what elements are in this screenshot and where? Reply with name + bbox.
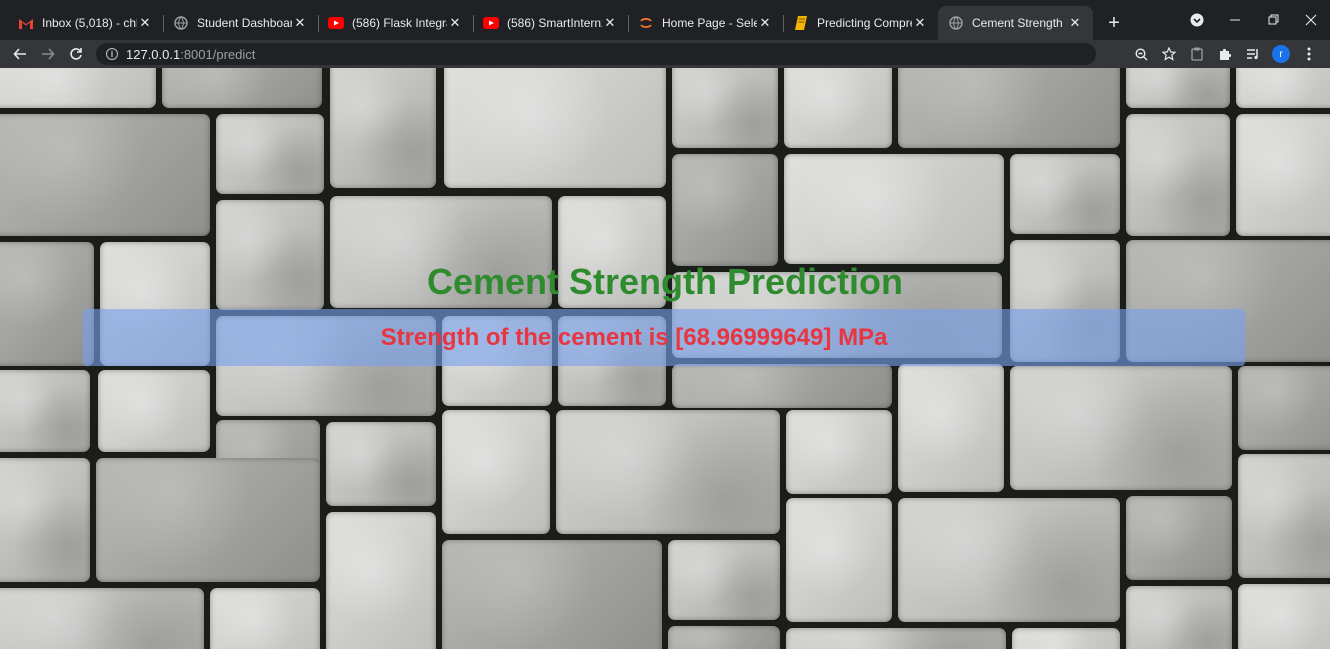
forward-arrow-icon <box>42 48 55 60</box>
youtube-icon <box>328 15 344 31</box>
browser-toolbar: i 127.0.0.1:8001/predict r <box>0 40 1330 68</box>
minimize-button[interactable] <box>1216 0 1254 40</box>
close-tab-icon[interactable]: ✕ <box>447 15 463 31</box>
jupyter-icon <box>638 15 654 31</box>
globe-icon <box>948 15 964 31</box>
chevron-down-icon <box>1190 13 1204 27</box>
tab-title: Student Dashboard <box>197 16 292 30</box>
reading-list-button[interactable] <box>1242 43 1264 65</box>
minimize-icon <box>1230 19 1240 21</box>
tab-title: Cement Strength Pred <box>972 16 1067 30</box>
profile-button[interactable]: r <box>1270 43 1292 65</box>
search-tabs-button[interactable] <box>1178 0 1216 40</box>
globe-icon <box>173 15 189 31</box>
restore-button[interactable] <box>1254 0 1292 40</box>
reload-icon <box>70 48 82 60</box>
gmail-icon <box>18 15 34 31</box>
zoom-button[interactable] <box>1130 43 1152 65</box>
tab-title: (586) Flask Integration <box>352 16 447 30</box>
queue-music-icon <box>1247 49 1258 60</box>
close-tab-icon[interactable]: ✕ <box>137 15 153 31</box>
close-icon <box>1305 14 1317 26</box>
window-controls <box>1178 0 1330 40</box>
avatar: r <box>1272 45 1290 63</box>
close-tab-icon[interactable]: ✕ <box>912 15 928 31</box>
close-window-button[interactable] <box>1292 0 1330 40</box>
notebook-icon <box>793 15 809 31</box>
back-arrow-icon <box>13 48 26 60</box>
close-tab-icon[interactable]: ✕ <box>757 15 773 31</box>
tab-title: Predicting Compressi <box>817 16 912 30</box>
url-host: 127.0.0.1 <box>126 46 181 62</box>
star-icon <box>1162 47 1176 61</box>
url-path: :8001/predict <box>180 46 256 62</box>
extensions-button[interactable] <box>1214 43 1236 65</box>
tab-student-dashboard[interactable]: Student Dashboard ✕ <box>163 6 318 40</box>
tab-title: Home Page - Select or <box>662 16 757 30</box>
close-tab-icon[interactable]: ✕ <box>1067 15 1083 31</box>
close-tab-icon[interactable]: ✕ <box>602 15 618 31</box>
toolbar-actions: r <box>1130 43 1330 65</box>
restore-icon <box>1268 14 1279 25</box>
tab-inbox[interactable]: Inbox (5,018) - chhibb ✕ <box>8 6 163 40</box>
tab-smartinternz[interactable]: (586) SmartInternz - Y ✕ <box>473 6 628 40</box>
youtube-icon <box>483 15 499 31</box>
tab-cement-strength[interactable]: Cement Strength Pred ✕ <box>938 6 1093 40</box>
tab-flask-integration[interactable]: (586) Flask Integration ✕ <box>318 6 473 40</box>
tab-list: Inbox (5,018) - chhibb ✕ Student Dashboa… <box>8 6 1093 40</box>
page-title: Cement Strength Prediction <box>426 261 904 302</box>
zoom-icon <box>1134 47 1147 60</box>
prediction-result-banner: Strength of the cement is [68.96999649] … <box>83 309 1245 366</box>
prediction-result-text: Strength of the cement is [68.96999649] … <box>380 323 888 351</box>
info-icon[interactable]: i <box>106 48 118 60</box>
tab-home-page[interactable]: Home Page - Select or ✕ <box>628 6 783 40</box>
address-bar[interactable]: i 127.0.0.1:8001/predict <box>96 43 1096 65</box>
back-button[interactable] <box>6 40 34 68</box>
new-tab-button[interactable]: + <box>1099 6 1129 40</box>
tab-predicting-compressive[interactable]: Predicting Compressi ✕ <box>783 6 938 40</box>
reload-button[interactable] <box>62 40 90 68</box>
close-tab-icon[interactable]: ✕ <box>292 15 308 31</box>
puzzle-icon <box>1220 48 1232 60</box>
clipboard-icon <box>1191 47 1203 61</box>
extension-button[interactable] <box>1186 43 1208 65</box>
more-vert-icon <box>1307 47 1311 61</box>
tab-title: (586) SmartInternz - Y <box>507 16 602 30</box>
menu-button[interactable] <box>1298 43 1320 65</box>
page-content: Cement Strength Prediction Strength of t… <box>0 68 1330 649</box>
browser-tab-strip: Inbox (5,018) - chhibb ✕ Student Dashboa… <box>0 0 1330 40</box>
bookmark-button[interactable] <box>1158 43 1180 65</box>
tab-title: Inbox (5,018) - chhibb <box>42 16 137 30</box>
forward-button[interactable] <box>34 40 62 68</box>
